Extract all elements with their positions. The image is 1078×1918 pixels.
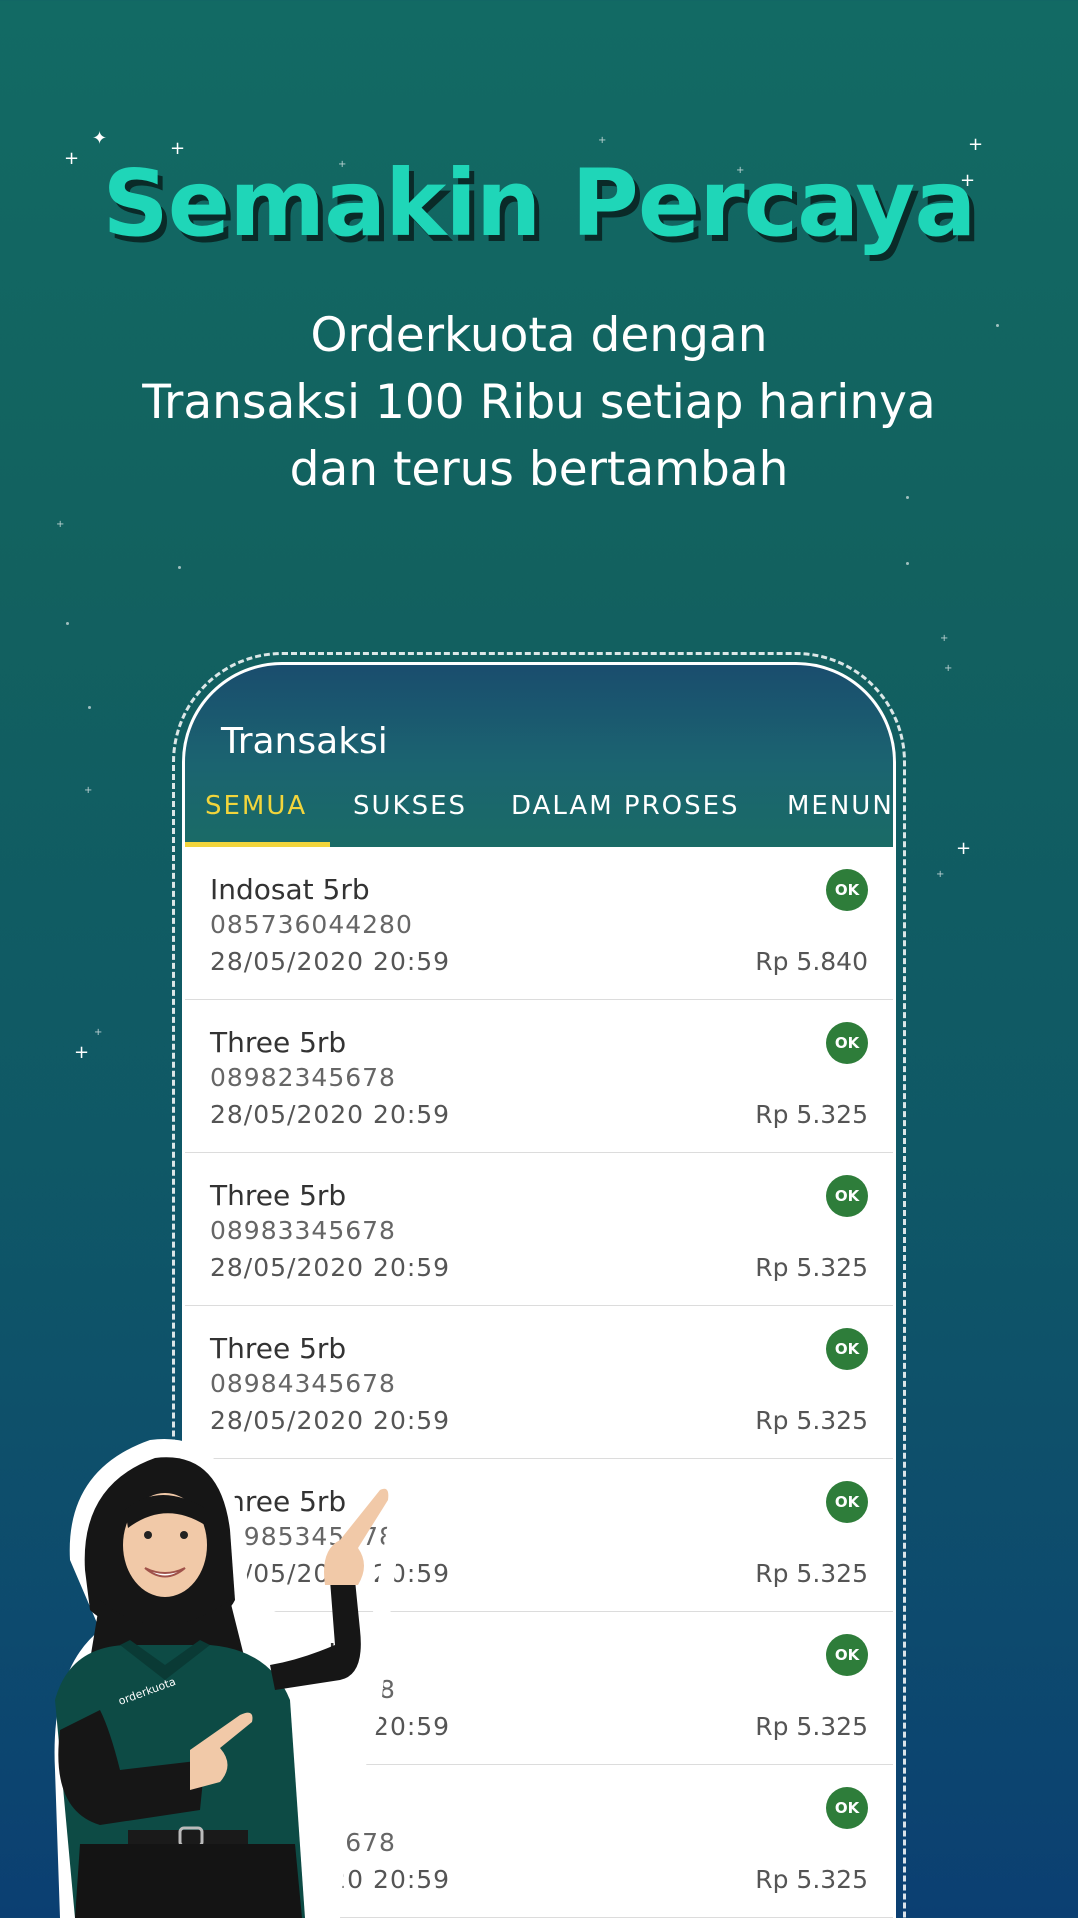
sparkle-icon: + [598,135,607,146]
sparkle-icon: ✦ [92,128,108,149]
sparkle-icon: + [94,1027,103,1038]
transaction-date: 28/05/2020 20:59 [210,1100,451,1129]
transaction-price: Rp 5.325 [755,1100,868,1129]
status-badge: OK [826,1634,868,1676]
sparkle-icon: + [84,785,93,796]
sparkle-icon: + [936,869,945,880]
subheadline-line-3: dan terus bertambah [289,442,789,497]
transaction-date: 28/05/2020 20:59 [210,1253,451,1282]
status-badge: OK [826,1787,868,1829]
transaction-row[interactable]: Three 5rb 08983345678 28/05/2020 20:59 Rp 5… [185,1153,893,1306]
sparkle-icon: + [74,1042,90,1063]
star-dot [88,706,91,709]
tab-bar: SEMUA SUKSES DALAM PROSES MENUN [185,785,893,847]
tab-dalam-proses[interactable]: DALAM PROSES [511,791,740,821]
transaction-price: Rp 5.325 [755,1559,868,1588]
transaction-price: Rp 5.325 [755,1406,868,1435]
page-title: Transaksi [221,721,388,762]
subheadline: Orderkuota dengan Transaksi 100 Ribu set… [0,302,1078,503]
tab-sukses[interactable]: SUKSES [353,791,467,821]
app-bar: Transaksi SEMUA SUKSES DALAM PROSES MENU… [185,665,893,847]
phone-number: 085736044280 [210,910,413,939]
transaction-row[interactable]: Three 5rb 08982345678 28/05/2020 20:59 Rp 5… [185,1000,893,1153]
subheadline-line-2: Transaksi 100 Ribu setiap harinya [142,375,936,430]
transaction-price: Rp 5.840 [755,947,868,976]
headline: Semakin Percaya [102,150,977,257]
product-name: Three 5rb [210,1026,347,1059]
star-dot [906,562,909,565]
star-dot [66,622,69,625]
presenter-illustration: orderkuota [54,1439,400,1918]
product-name: Three 5rb [210,1179,347,1212]
sparkle-icon: + [956,838,972,859]
status-badge: OK [826,1175,868,1217]
transaction-row[interactable]: Indosat 5rb 085736044280 28/05/2020 20:59 R… [185,847,893,1000]
status-badge: OK [826,1022,868,1064]
subheadline-line-1: Orderkuota dengan [310,308,768,363]
phone-number: 08982345678 [210,1063,396,1092]
transaction-price: Rp 5.325 [755,1712,868,1741]
transaction-price: Rp 5.325 [755,1253,868,1282]
status-badge: OK [826,1481,868,1523]
transaction-price: Rp 5.325 [755,1865,868,1894]
transaction-date: 28/05/2020 20:59 [210,947,451,976]
phone-number: 08983345678 [210,1216,396,1245]
phone-number: 08984345678 [210,1369,396,1398]
sparkle-icon: + [944,663,953,674]
product-name: Indosat 5rb [210,873,370,906]
star-dot [178,566,181,569]
sparkle-icon: + [940,633,949,644]
tab-menunggu[interactable]: MENUN [787,791,893,821]
status-badge: OK [826,1328,868,1370]
tab-semua[interactable]: SEMUA [205,791,307,821]
sparkle-icon: + [56,519,65,530]
product-name: Three 5rb [210,1332,347,1365]
status-badge: OK [826,869,868,911]
